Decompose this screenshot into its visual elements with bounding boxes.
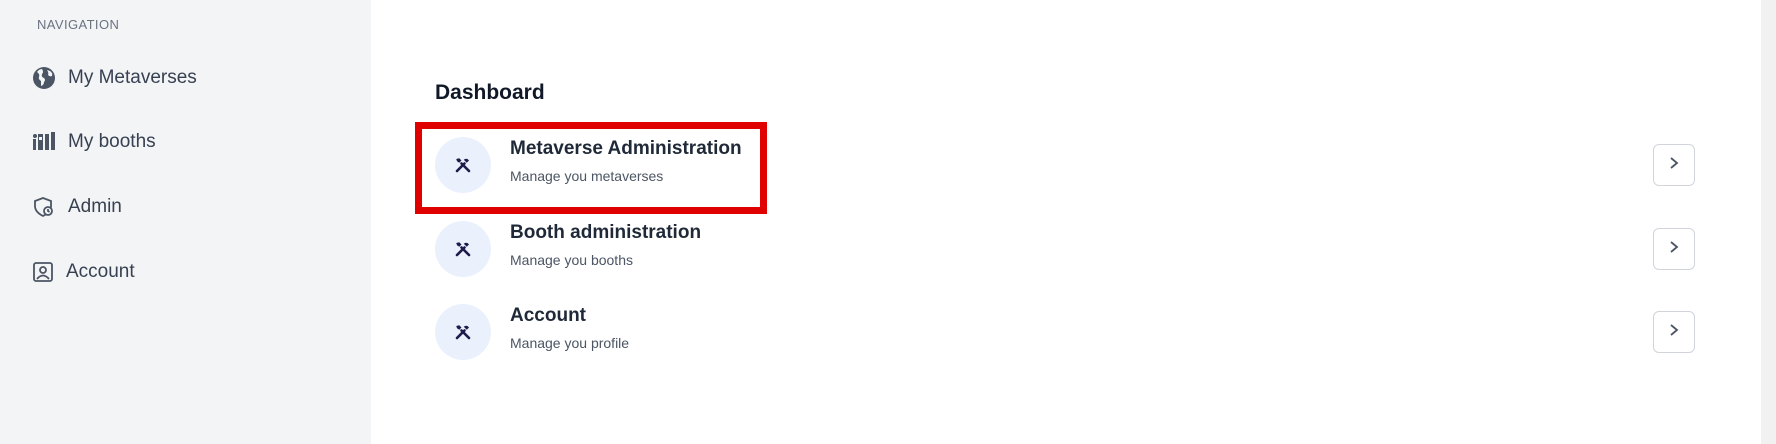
- sidebar-item-label: My booths: [68, 131, 156, 152]
- card-subtitle: Manage you metaverses: [510, 168, 664, 184]
- card-subtitle: Manage you profile: [510, 335, 630, 351]
- tools-icon: [435, 221, 491, 277]
- open-button[interactable]: [1653, 144, 1695, 186]
- tools-icon: [435, 304, 491, 360]
- sidebar: NAVIGATION My Metaverses My booths Admin…: [0, 0, 371, 444]
- card-title: Account: [510, 305, 586, 326]
- card-title: Metaverse Administration: [510, 138, 742, 159]
- sidebar-item-label: Admin: [68, 196, 122, 217]
- card-account[interactable]: Account Manage you profile: [435, 299, 1695, 365]
- tools-icon: [435, 137, 491, 193]
- sidebar-item-label: My Metaverses: [68, 67, 197, 88]
- sidebar-item-my-metaverses[interactable]: My Metaverses: [32, 58, 197, 98]
- sidebar-item-account[interactable]: Account: [32, 252, 135, 292]
- booth-icon: [32, 130, 56, 154]
- card-metaverse-administration[interactable]: Metaverse Administration Manage you meta…: [435, 132, 1695, 198]
- shield-icon: [32, 195, 56, 219]
- sidebar-item-label: Account: [66, 261, 135, 282]
- nav-heading: NAVIGATION: [37, 17, 120, 32]
- globe-icon: [32, 66, 56, 90]
- open-button[interactable]: [1653, 228, 1695, 270]
- sidebar-item-my-booths[interactable]: My booths: [32, 122, 156, 162]
- sidebar-item-admin[interactable]: Admin: [32, 187, 122, 227]
- open-button[interactable]: [1653, 311, 1695, 353]
- chevron-right-icon: [1668, 156, 1680, 175]
- vertical-scrollbar[interactable]: [1761, 0, 1776, 444]
- chevron-right-icon: [1668, 240, 1680, 259]
- card-subtitle: Manage you booths: [510, 252, 633, 268]
- page-title: Dashboard: [435, 81, 545, 104]
- card-title: Booth administration: [510, 222, 702, 243]
- user-portrait-icon: [32, 261, 54, 283]
- chevron-right-icon: [1668, 323, 1680, 342]
- card-booth-administration[interactable]: Booth administration Manage you booths: [435, 216, 1695, 282]
